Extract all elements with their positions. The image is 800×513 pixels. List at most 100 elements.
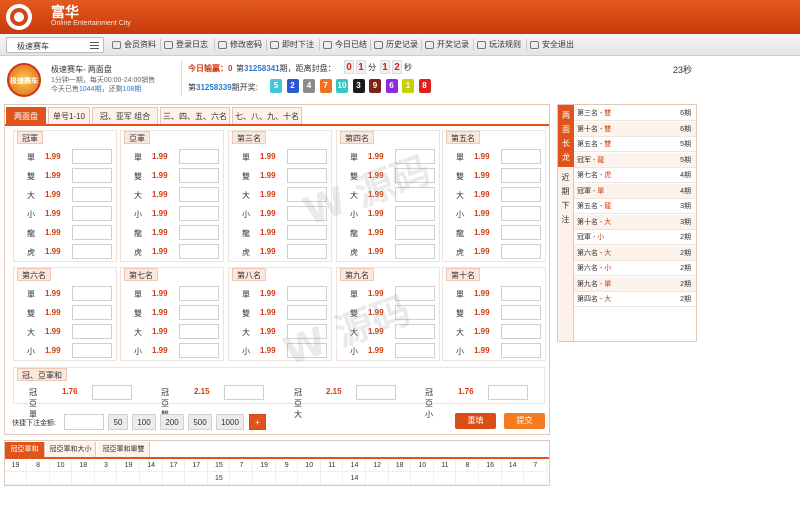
quick-amount-chip[interactable]: 200	[160, 414, 184, 430]
history-tab-0[interactable]: 冠亞軍和	[5, 442, 45, 457]
add-chip-button[interactable]: +	[249, 414, 266, 430]
bet-amount-input[interactable]	[72, 324, 112, 339]
bet-amount-input[interactable]	[287, 187, 327, 202]
quick-amount-chip[interactable]: 100	[132, 414, 156, 430]
bet-amount-input[interactable]	[72, 244, 112, 259]
quick-amount-chip[interactable]: 50	[108, 414, 128, 430]
bet-amount-input[interactable]	[179, 187, 219, 202]
bet-amount-input[interactable]	[72, 225, 112, 240]
bet-amount-input[interactable]	[179, 244, 219, 259]
nav-item-3[interactable]: 即时下注	[270, 38, 314, 52]
tab-1[interactable]: 单号1-10	[48, 107, 90, 124]
nav-separator	[421, 39, 422, 51]
history-cell: 3	[95, 460, 118, 472]
bet-amount-input[interactable]	[395, 225, 435, 240]
bet-amount-input[interactable]	[501, 244, 541, 259]
bet-amount-input[interactable]	[501, 187, 541, 202]
nav-item-7[interactable]: 玩法规则	[477, 38, 521, 52]
long-dragon-row: 第三名 - 雙 6期	[574, 106, 696, 121]
quick-amount-chip[interactable]: 1000	[216, 414, 244, 430]
nav-item-4[interactable]: 今日已结	[323, 38, 367, 52]
bet-amount-input[interactable]	[395, 286, 435, 301]
bet-amount-input[interactable]	[395, 343, 435, 358]
bet-amount-input[interactable]	[395, 168, 435, 183]
bet-amount-input[interactable]	[287, 305, 327, 320]
tab-recent-bets[interactable]: 近期下注	[558, 167, 574, 341]
nav-item-2[interactable]: 修改密码	[218, 38, 262, 52]
bet-amount-input[interactable]	[395, 305, 435, 320]
bet-amount-input[interactable]	[72, 149, 112, 164]
bet-amount-input[interactable]	[72, 286, 112, 301]
tab-long-dragon[interactable]: 两面长龙	[558, 105, 574, 167]
bet-amount-input[interactable]	[179, 149, 219, 164]
bet-amount-input[interactable]	[179, 225, 219, 240]
bet-amount-input[interactable]	[179, 343, 219, 358]
bet-amount-input[interactable]	[92, 385, 132, 400]
history-tab-1[interactable]: 冠亞軍和大小	[46, 442, 96, 457]
bet-amount-input[interactable]	[501, 286, 541, 301]
tab-2[interactable]: 冠、亚军 组合	[92, 107, 158, 124]
submit-button[interactable]: 提交	[504, 413, 545, 429]
bet-amount-input[interactable]	[501, 324, 541, 339]
nav-item-5[interactable]: 历史记录	[374, 38, 418, 52]
bet-amount-input[interactable]	[501, 225, 541, 240]
bet-amount-input[interactable]	[501, 206, 541, 221]
bet-amount-input[interactable]	[72, 168, 112, 183]
nav-item-0[interactable]: 会员资料	[112, 38, 156, 52]
bet-amount-input[interactable]	[287, 286, 327, 301]
bet-amount-input[interactable]	[287, 206, 327, 221]
bet-amount-input[interactable]	[287, 244, 327, 259]
bet-amount-input[interactable]	[179, 286, 219, 301]
bet-amount-input[interactable]	[179, 206, 219, 221]
nav-item-1[interactable]: 登录日志	[164, 38, 208, 52]
quick-amount-chip[interactable]: 500	[188, 414, 212, 430]
reset-button[interactable]: 重填	[455, 413, 496, 429]
odds-row: 大 1.99	[443, 185, 547, 204]
odds-value: 1.99	[368, 209, 384, 218]
odds-row: 虎 1.99	[229, 242, 333, 261]
bet-amount-input[interactable]	[501, 168, 541, 183]
brand-subtitle: Online Entertainment City	[51, 20, 131, 27]
bet-amount-input[interactable]	[356, 385, 396, 400]
bet-amount-input[interactable]	[224, 385, 264, 400]
quick-bet-amount-input[interactable]	[64, 414, 104, 430]
bet-amount-input[interactable]	[179, 305, 219, 320]
bet-amount-input[interactable]	[395, 324, 435, 339]
bet-amount-input[interactable]	[287, 149, 327, 164]
bet-amount-input[interactable]	[72, 206, 112, 221]
nav-item-label: 登录日志	[176, 40, 208, 49]
bet-amount-input[interactable]	[501, 149, 541, 164]
bet-amount-input[interactable]	[287, 168, 327, 183]
tab-0[interactable]: 两面盘	[6, 107, 46, 124]
streak-count: 3期	[680, 218, 691, 226]
bet-amount-input[interactable]	[395, 187, 435, 202]
bet-amount-input[interactable]	[395, 206, 435, 221]
bet-amount-input[interactable]	[72, 343, 112, 358]
nav-item-6[interactable]: 开奖记录	[425, 38, 469, 52]
long-dragon-item: 第五名 - 雙	[577, 141, 612, 148]
bet-amount-input[interactable]	[72, 187, 112, 202]
history-tab-2[interactable]: 冠亞軍和單雙	[98, 442, 150, 457]
game-select[interactable]: 极速赛车	[6, 37, 104, 53]
gear-icon	[425, 41, 434, 49]
bet-amount-input[interactable]	[287, 225, 327, 240]
tab-3[interactable]: 三、四、五、六名	[160, 107, 230, 124]
bet-amount-input[interactable]	[395, 244, 435, 259]
bet-amount-input[interactable]	[287, 343, 327, 358]
long-dragon-item: 冠军 - 龍	[577, 156, 605, 164]
nav-item-label: 会员资料	[124, 40, 156, 49]
bet-amount-input[interactable]	[179, 324, 219, 339]
bet-amount-input[interactable]	[72, 305, 112, 320]
bet-amount-input[interactable]	[179, 168, 219, 183]
calendar-icon	[323, 41, 332, 49]
bet-amount-input[interactable]	[501, 343, 541, 358]
tab-4[interactable]: 七、八、九、十名	[232, 107, 302, 124]
odds-value: 2.15	[194, 387, 210, 396]
bet-amount-input[interactable]	[488, 385, 528, 400]
bet-amount-input[interactable]	[395, 149, 435, 164]
odds-value: 1.99	[368, 152, 384, 161]
bet-amount-input[interactable]	[501, 305, 541, 320]
odds-row: 小 1.99	[229, 204, 333, 223]
bet-amount-input[interactable]	[287, 324, 327, 339]
nav-item-8[interactable]: 安全退出	[530, 38, 574, 52]
